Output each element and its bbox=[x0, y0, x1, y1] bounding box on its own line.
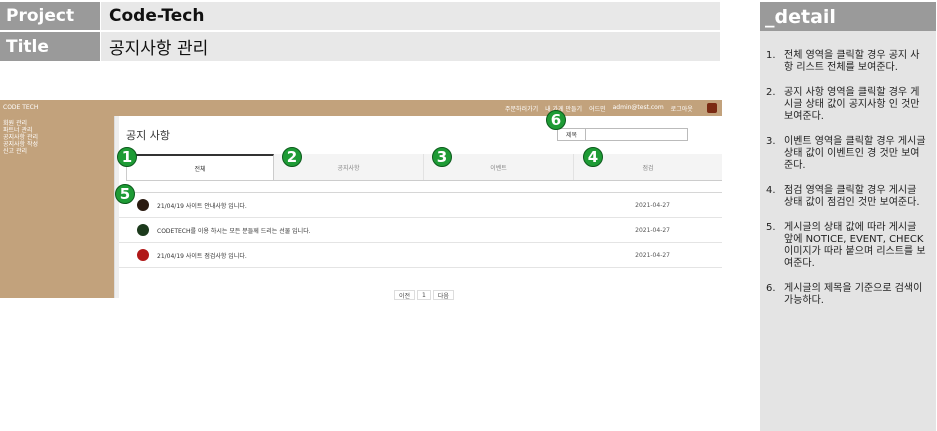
post-title[interactable]: CODETECH를 이용 하시는 모든 분들께 드리는 선물 입니다. bbox=[157, 226, 311, 235]
post-date: 2021-04-27 bbox=[635, 201, 670, 209]
marker-6: 6 bbox=[546, 110, 566, 130]
tab-bar: 전체 공지사항 이벤트 점검 bbox=[126, 154, 722, 181]
detail-item-number: 1. bbox=[766, 50, 776, 61]
post-title[interactable]: 21/04/19 사이트 점검사항 입니다. bbox=[157, 251, 247, 260]
marker-2: 2 bbox=[282, 147, 302, 167]
top-menu-email[interactable]: admin@test.com bbox=[613, 104, 664, 113]
detail-item-number: 2. bbox=[766, 87, 776, 98]
detail-item: 6. 게시글의 제목을 기준으로 검색이 가능하다. bbox=[766, 283, 928, 307]
top-menu-admin[interactable]: 어드민 bbox=[589, 104, 606, 113]
sidebar-item-notice-manage[interactable]: 공지사항 관리 bbox=[3, 134, 38, 141]
detail-panel-title: _detail bbox=[760, 2, 936, 31]
marker-4: 4 bbox=[583, 147, 603, 167]
marker-3: 3 bbox=[432, 147, 452, 167]
event-badge-icon bbox=[137, 224, 149, 236]
post-date: 2021-04-27 bbox=[635, 226, 670, 234]
detail-item-number: 3. bbox=[766, 136, 776, 147]
title-label: Title bbox=[0, 32, 100, 61]
detail-item: 2. 공지 사항 영역을 클릭할 경우 게시글 상태 값이 공지사항 인 것만 … bbox=[766, 87, 928, 123]
prev-page-button[interactable]: 이전 bbox=[394, 290, 416, 300]
cart-icon[interactable] bbox=[707, 103, 717, 113]
top-menu: 주문하러가기 내 가게 만들기 어드민 admin@test.com 로그아웃 bbox=[505, 104, 693, 113]
post-date: 2021-04-27 bbox=[635, 251, 670, 259]
detail-item: 1. 전체 영역을 클릭할 경우 공지 사항 리스트 전체를 보여준다. bbox=[766, 50, 928, 74]
search-input[interactable] bbox=[586, 129, 687, 140]
page-number-button[interactable]: 1 bbox=[417, 290, 431, 300]
detail-item-number: 4. bbox=[766, 185, 776, 196]
sidebar-item-members[interactable]: 회원 관리 bbox=[3, 120, 38, 127]
detail-item-text: 공지 사항 영역을 클릭할 경우 게시글 상태 값이 공지사항 인 것만 보여준… bbox=[784, 87, 920, 122]
detail-item-number: 5. bbox=[766, 222, 776, 233]
post-list: 21/04/19 사이트 안내사항 입니다. 2021-04-27 CODETE… bbox=[119, 192, 722, 268]
marker-1: 1 bbox=[117, 147, 137, 167]
post-row[interactable]: CODETECH를 이용 하시는 모든 분들께 드리는 선물 입니다. 2021… bbox=[119, 218, 722, 243]
top-menu-logout[interactable]: 로그아웃 bbox=[671, 104, 693, 113]
detail-item: 3. 이벤트 영역을 클릭할 경우 게시글 상태 값이 이벤트인 경 것만 보여… bbox=[766, 136, 928, 172]
detail-item-number: 6. bbox=[766, 283, 776, 294]
project-value: Code-Tech bbox=[101, 2, 720, 30]
pagination: 이전 1 다음 bbox=[394, 290, 454, 300]
search-box: 제목 bbox=[557, 128, 688, 141]
post-row[interactable]: 21/04/19 사이트 안내사항 입니다. 2021-04-27 bbox=[119, 193, 722, 218]
post-row[interactable]: 21/04/19 사이트 점검사항 입니다. 2021-04-27 bbox=[119, 243, 722, 268]
app-brand[interactable]: CODE TECH bbox=[3, 104, 38, 111]
top-menu-order[interactable]: 주문하러가기 bbox=[505, 104, 538, 113]
search-label: 제목 bbox=[558, 129, 586, 140]
title-value: 공지사항 관리 bbox=[101, 32, 720, 61]
post-title[interactable]: 21/04/19 사이트 안내사항 입니다. bbox=[157, 201, 247, 210]
sidebar-menu: 회원 관리 파트너 관리 공지사항 관리 공지사항 작성 신고 관리 bbox=[3, 120, 38, 155]
tab-all[interactable]: 전체 bbox=[126, 154, 274, 180]
detail-item: 4. 점검 영역을 클릭할 경우 게시글 상태 값이 점검인 것만 보여준다. bbox=[766, 185, 928, 209]
next-page-button[interactable]: 다음 bbox=[432, 290, 454, 300]
detail-item-text: 이벤트 영역을 클릭할 경우 게시글 상태 값이 이벤트인 경 것만 보여준다. bbox=[784, 136, 926, 171]
notice-badge-icon bbox=[137, 199, 149, 211]
detail-panel: 1. 전체 영역을 클릭할 경우 공지 사항 리스트 전체를 보여준다. 2. … bbox=[760, 31, 936, 431]
detail-item-text: 점검 영역을 클릭할 경우 게시글 상태 값이 점검인 것만 보여준다. bbox=[784, 185, 920, 208]
project-label: Project bbox=[0, 2, 100, 30]
sidebar-item-notice-write[interactable]: 공지사항 작성 bbox=[3, 141, 38, 148]
sidebar-item-partners[interactable]: 파트너 관리 bbox=[3, 127, 38, 134]
sidebar-item-reports[interactable]: 신고 관리 bbox=[3, 148, 38, 155]
page-title: 공지 사항 bbox=[126, 129, 170, 142]
detail-item-text: 전체 영역을 클릭할 경우 공지 사항 리스트 전체를 보여준다. bbox=[784, 50, 920, 73]
detail-item-text: 게시글의 제목을 기준으로 검색이 가능하다. bbox=[784, 283, 923, 306]
detail-item: 5. 게시글의 상태 값에 따라 게시글 앞에 NOTICE, EVENT, C… bbox=[766, 222, 928, 270]
check-badge-icon bbox=[137, 249, 149, 261]
marker-5: 5 bbox=[115, 184, 135, 204]
detail-item-text: 게시글의 상태 값에 따라 게시글 앞에 NOTICE, EVENT, CHEC… bbox=[784, 222, 926, 269]
